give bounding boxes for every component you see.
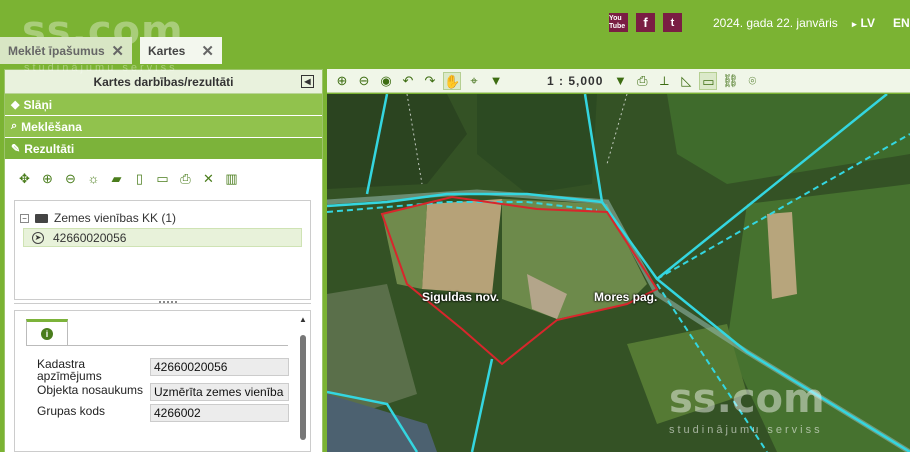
results-tree: − Zemes vienības KK (1) ➤ 42660020056: [14, 200, 311, 300]
section-results[interactable]: ✎ Rezultāti: [5, 138, 322, 160]
layers-icon: ◆: [11, 99, 20, 111]
field-value: Uzmērīta zemes vienība: [150, 383, 289, 401]
folder-icon: [35, 213, 48, 223]
results-toolbar: ✥ ⊕ ⊖ ☼ ▰ ▯ ▭ ⎙ ✕ ▥: [17, 171, 239, 186]
chevron-down-icon[interactable]: ▼: [611, 72, 629, 90]
close-icon[interactable]: ✕: [111, 42, 124, 60]
full-extent-icon[interactable]: ◉: [377, 72, 395, 90]
tab-search-property[interactable]: Meklēt īpašumus ✕: [0, 37, 132, 64]
pan-hand-icon[interactable]: ✋: [443, 71, 461, 90]
undo-icon[interactable]: ↶: [399, 72, 417, 90]
tree-group-label: Zemes vienības KK (1): [54, 211, 177, 225]
field-label: Kadastra apzīmējums: [37, 357, 102, 383]
select-icon[interactable]: ⌖: [465, 72, 483, 90]
section-label: Slāņi: [23, 97, 53, 112]
watermark: ss.com: [669, 376, 825, 422]
map-scale[interactable]: 1 : 5,000: [547, 74, 603, 88]
results-area: ✥ ⊕ ⊖ ☼ ▰ ▯ ▭ ⎙ ✕ ▥ − Zemes vienības KK …: [5, 160, 322, 452]
tree-group[interactable]: − Zemes vienības KK (1): [20, 211, 176, 225]
info-icon: i: [41, 327, 53, 340]
zoom-out-icon[interactable]: ⊖: [355, 72, 373, 90]
close-icon[interactable]: ✕: [201, 42, 214, 60]
export-icon[interactable]: ▭: [155, 171, 170, 186]
field-value: 42660020056: [150, 358, 289, 376]
section-label: Meklēšana: [21, 119, 82, 134]
redo-icon[interactable]: ↷: [421, 72, 439, 90]
divider: [26, 345, 288, 346]
scroll-thumb[interactable]: [300, 335, 306, 440]
highlight-icon[interactable]: ☼: [86, 171, 101, 186]
measure-distance-icon[interactable]: ⟂: [655, 72, 673, 90]
clear-icon[interactable]: ✕: [201, 171, 216, 186]
tree-item[interactable]: ➤ 42660020056: [23, 228, 302, 247]
map-label-region: Siguldas nov.: [422, 290, 500, 304]
document-icon[interactable]: ▯: [132, 171, 147, 186]
brand-subtitle: studinājumu serviss: [24, 62, 178, 74]
zoom-in-icon[interactable]: ⊕: [40, 171, 55, 186]
zoom-in-icon[interactable]: ⊕: [333, 72, 351, 90]
tab-maps[interactable]: Kartes ✕: [140, 37, 222, 64]
chevron-down-icon[interactable]: ▼: [487, 72, 505, 90]
field-label: Objekta nosaukums: [37, 383, 144, 397]
section-label: Rezultāti: [24, 141, 75, 156]
tab-info[interactable]: i: [26, 319, 68, 345]
collapse-icon[interactable]: −: [20, 213, 29, 223]
pin-icon: ✎: [11, 143, 21, 155]
collapse-panel-icon[interactable]: ◀: [301, 75, 314, 88]
twitter-icon[interactable]: t: [663, 13, 682, 32]
link-icon[interactable]: ⛓: [721, 72, 739, 90]
facebook-icon[interactable]: f: [636, 13, 655, 32]
language-lv[interactable]: LV: [852, 16, 875, 30]
delete-icon[interactable]: ▥: [224, 171, 239, 186]
print-icon[interactable]: ⎙: [178, 171, 193, 186]
actions-results-panel: Kartes darbības/rezultāti ◀ ◆ Slāņi ⌕ Me…: [4, 69, 323, 452]
open-folder-icon[interactable]: ▰: [109, 171, 124, 186]
details-panel: i Kadastra apzīmējums 42660020056 Objekt…: [14, 310, 311, 452]
tree-item-label: 42660020056: [53, 230, 127, 245]
youtube-icon[interactable]: You Tube: [609, 13, 628, 32]
panel-title-text: Kartes darbības/rezultāti: [93, 74, 234, 89]
field-value: 4266002: [150, 404, 289, 422]
measure-area-icon[interactable]: ◺: [677, 72, 695, 90]
tab-label: Kartes: [148, 43, 186, 58]
locate-icon[interactable]: ⌾: [743, 72, 761, 90]
language-en[interactable]: EN: [893, 16, 910, 30]
zoom-extent-icon[interactable]: ✥: [17, 171, 32, 186]
details-scrollbar[interactable]: ▲: [298, 315, 308, 445]
zoom-out-icon[interactable]: ⊖: [63, 171, 78, 186]
section-layers[interactable]: ◆ Slāņi: [5, 94, 322, 116]
comment-icon[interactable]: ▭: [699, 71, 718, 90]
tab-label: Meklēt īpašumus: [8, 43, 105, 58]
current-date: 2024. gada 22. janvāris: [713, 16, 838, 30]
print-icon[interactable]: ⎙: [633, 72, 651, 90]
header-bar: ss.com You Tube f t 2024. gada 22. janvā…: [0, 0, 910, 64]
panel-splitter[interactable]: [14, 301, 311, 307]
map-view[interactable]: Siguldas nov. Mores pag. ss.com studināj…: [327, 94, 910, 452]
map-toolbar: ⊕ ⊖ ◉ ↶ ↷ ✋ ⌖ ▼ 1 : 5,000 ▼ ⎙ ⟂ ◺ ▭ ⛓ ⌾: [327, 69, 910, 93]
section-search[interactable]: ⌕ Meklēšana: [5, 116, 322, 138]
compass-icon: ➤: [32, 232, 44, 244]
field-label: Grupas kods: [37, 404, 106, 418]
map-label-parish: Mores pag.: [594, 290, 658, 304]
scroll-up-icon[interactable]: ▲: [298, 315, 308, 324]
watermark-subtitle: studinājumu serviss: [669, 424, 823, 436]
search-icon: ⌕: [11, 120, 18, 132]
